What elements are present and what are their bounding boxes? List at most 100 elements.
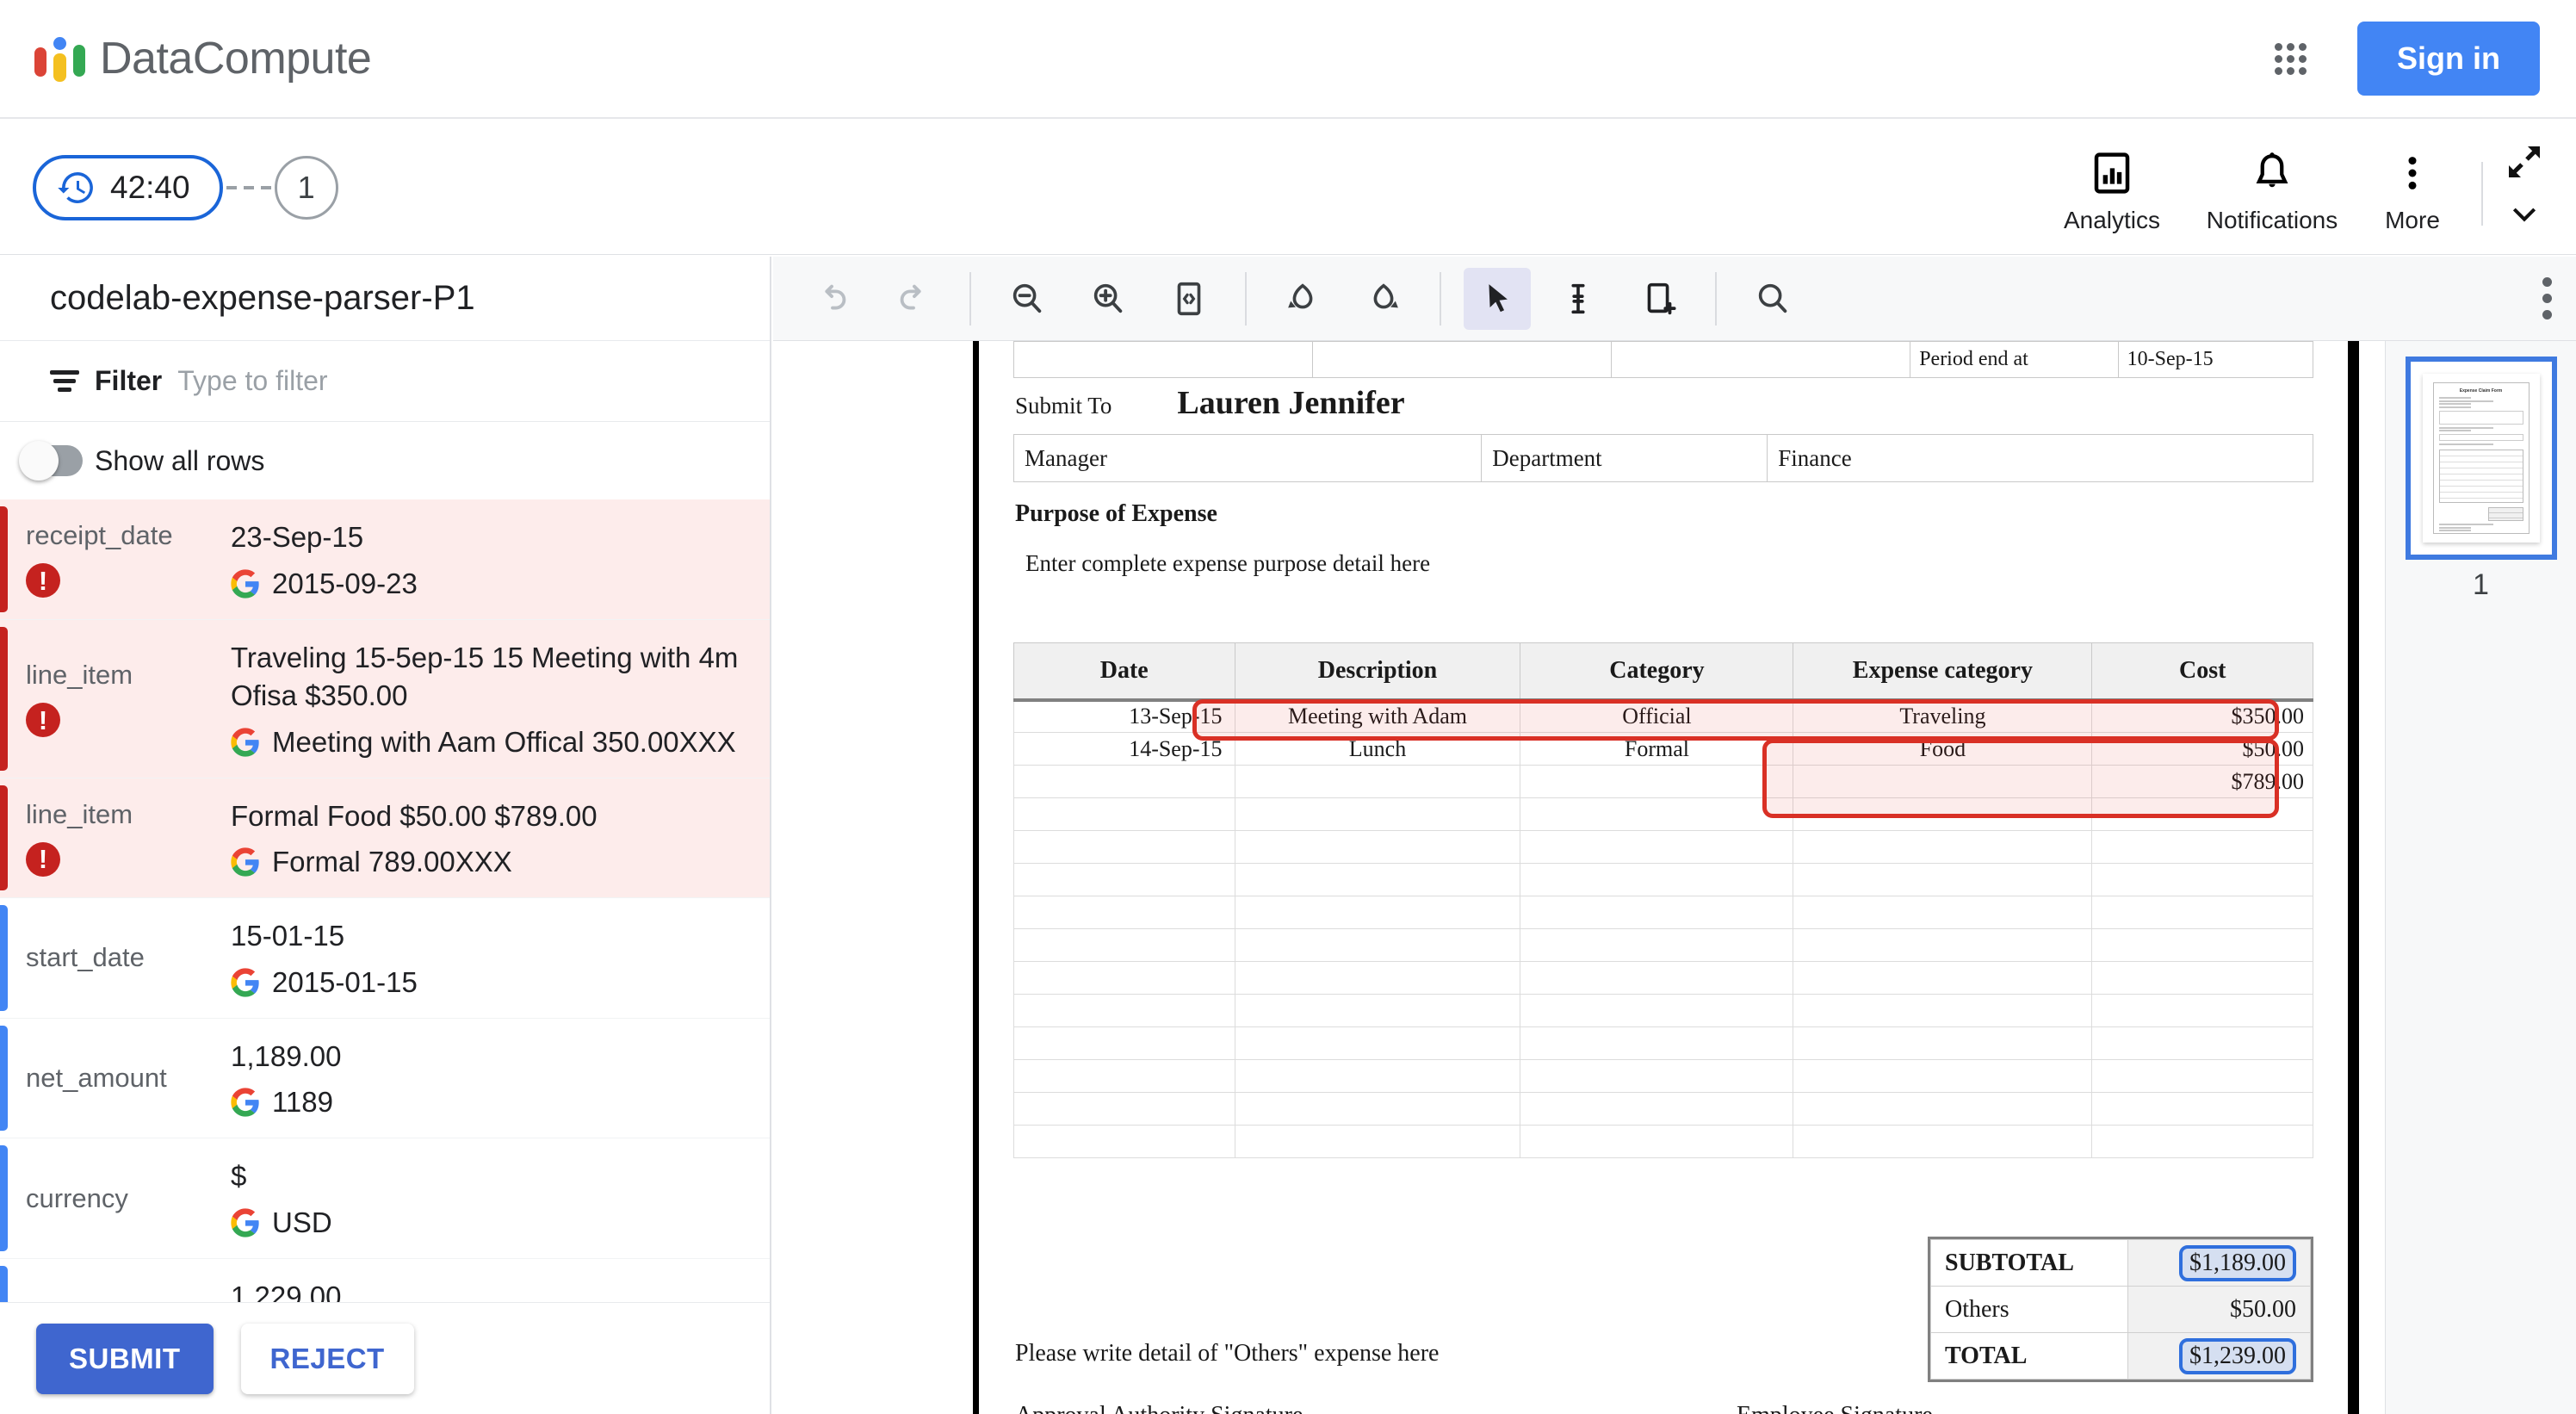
table-row[interactable]: start_date 15-01-15 2015-01-15 bbox=[0, 898, 770, 1019]
page-number-label: 1 bbox=[2473, 568, 2489, 601]
google-g-icon bbox=[231, 568, 259, 598]
col-cost: Cost bbox=[2091, 642, 2313, 702]
purpose-heading: Purpose of Expense bbox=[1015, 500, 1217, 527]
expand-arrows-icon[interactable] bbox=[2502, 141, 2547, 183]
more-label: More bbox=[2385, 206, 2440, 233]
extraction-panel: codelab-expense-parser-P1 Filter Show al… bbox=[0, 257, 771, 1414]
select-cursor-icon[interactable] bbox=[1464, 267, 1531, 330]
table-row[interactable]: line_item ! Traveling 15-5ep-15 15 Meeti… bbox=[0, 619, 770, 778]
expense-row: 14-Sep-15 Lunch Formal Food $50.00 bbox=[1013, 732, 2313, 766]
add-region-icon[interactable] bbox=[1625, 268, 1693, 330]
toolbar-divider bbox=[1715, 271, 1717, 326]
cell-category bbox=[1520, 765, 1794, 798]
expense-row-empty bbox=[1013, 1092, 2313, 1126]
cell-date: 14-Sep-15 bbox=[1013, 732, 1235, 766]
show-all-rows-switch[interactable] bbox=[19, 441, 83, 481]
field-value: Formal Food $50.00 $789.00 bbox=[231, 799, 598, 832]
field-suggestion: Formal 789.00XXX bbox=[231, 846, 598, 878]
expense-row-empty bbox=[1013, 928, 2313, 962]
field-key: start_date bbox=[26, 942, 145, 973]
table-row[interactable]: total_amount 1,229.00 1229 bbox=[0, 1259, 770, 1302]
search-icon[interactable] bbox=[1739, 268, 1806, 330]
submit-button[interactable]: SUBMIT bbox=[36, 1323, 214, 1394]
suggestion-text: 1189 bbox=[272, 1086, 333, 1119]
more-button[interactable]: More bbox=[2352, 150, 2473, 234]
totals-row: Others $50.00 bbox=[1929, 1286, 2311, 1333]
text-select-icon[interactable] bbox=[1545, 268, 1612, 330]
task-timer[interactable]: 42:40 bbox=[33, 154, 223, 220]
rotate-right-icon[interactable] bbox=[1350, 268, 1417, 330]
analytics-button[interactable]: Analytics bbox=[2032, 150, 2192, 234]
bell-icon bbox=[2256, 152, 2288, 187]
cell-category: Formal bbox=[1520, 732, 1794, 766]
reject-button[interactable]: REJECT bbox=[240, 1323, 414, 1394]
filter-input[interactable] bbox=[177, 365, 574, 397]
filter-icon bbox=[50, 370, 79, 392]
table-row[interactable]: receipt_date ! 23-Sep-15 2015-09-23 bbox=[0, 499, 770, 620]
toolbar-divider bbox=[2481, 161, 2483, 226]
row-status-accent bbox=[0, 1145, 8, 1251]
manager-label: Manager bbox=[1012, 434, 1483, 482]
expense-row: 13-Sep-15 Meeting with Adam Official Tra… bbox=[1013, 699, 2313, 733]
undo-icon[interactable] bbox=[799, 268, 866, 330]
col-expense-category: Expense category bbox=[1793, 642, 2093, 702]
zoom-in-icon[interactable] bbox=[1074, 268, 1142, 330]
fit-width-icon[interactable] bbox=[1155, 268, 1223, 330]
page-thumbnail-1[interactable]: Expense Claim Form bbox=[2405, 357, 2557, 560]
cell-expense-category: Food bbox=[1793, 732, 2093, 766]
redo-icon[interactable] bbox=[880, 268, 947, 330]
field-suggestion: USD bbox=[231, 1206, 332, 1239]
rotate-left-icon[interactable] bbox=[1269, 268, 1336, 330]
show-all-rows-toggle[interactable]: Show all rows bbox=[0, 422, 770, 499]
submit-to-label: Submit To bbox=[1015, 393, 1112, 419]
field-key: currency bbox=[26, 1182, 128, 1213]
cell-description bbox=[1234, 765, 1521, 798]
more-vert-icon bbox=[2408, 156, 2417, 189]
suggestion-text: Meeting with Aam Offical 350.00XXX bbox=[272, 725, 736, 758]
expense-table: Date Description Category Expense catego… bbox=[1013, 642, 2313, 1158]
subtotal-value: $1,189.00 bbox=[2127, 1239, 2311, 1287]
chevron-down-icon[interactable] bbox=[2502, 196, 2547, 231]
submit-to-value: Lauren Jennifer bbox=[1177, 385, 1405, 421]
show-all-rows-label: Show all rows bbox=[95, 444, 265, 476]
history-clock-icon bbox=[58, 171, 93, 203]
zoom-out-icon[interactable] bbox=[994, 268, 1061, 330]
period-end-label: Period end at bbox=[1910, 341, 2119, 378]
field-value: 15-01-15 bbox=[231, 920, 345, 952]
table-row[interactable]: net_amount 1,189.00 1189 bbox=[0, 1019, 770, 1139]
step-indicator[interactable]: 1 bbox=[274, 155, 338, 220]
document-overflow-menu[interactable] bbox=[2542, 277, 2552, 319]
table-row[interactable]: currency $ USD bbox=[0, 1138, 770, 1259]
page-thumbnail-panel: Expense Claim Form 1 bbox=[2385, 341, 2576, 1414]
notifications-button[interactable]: Notifications bbox=[2192, 150, 2352, 234]
total-label: TOTAL bbox=[1929, 1332, 2129, 1380]
department-label: Department bbox=[1481, 434, 1768, 482]
row-status-accent bbox=[0, 1025, 8, 1132]
field-value: 23-Sep-15 bbox=[231, 521, 364, 553]
field-key: line_item bbox=[26, 798, 133, 829]
field-value: $ bbox=[231, 1160, 247, 1193]
document-toolbar bbox=[773, 257, 2576, 341]
brand[interactable]: DataCompute bbox=[34, 33, 372, 84]
cell-cost: $50.00 bbox=[2091, 732, 2313, 766]
toolbar-divider bbox=[969, 271, 971, 326]
google-g-icon bbox=[231, 727, 259, 757]
sign-in-button[interactable]: Sign in bbox=[2357, 22, 2540, 96]
employee-signature-label: Employee Signature bbox=[1737, 1402, 1933, 1414]
totals-row: SUBTOTAL $1,189.00 bbox=[1929, 1239, 2311, 1287]
field-suggestion: 1189 bbox=[231, 1086, 341, 1119]
apps-grid-icon[interactable] bbox=[2268, 36, 2313, 81]
error-icon: ! bbox=[26, 703, 60, 738]
expense-row: $789.00 bbox=[1013, 765, 2313, 798]
row-status-accent bbox=[0, 785, 8, 891]
purpose-text: Enter complete expense purpose detail he… bbox=[1025, 550, 1431, 576]
filter-label: Filter bbox=[95, 365, 163, 396]
table-row[interactable]: line_item ! Formal Food $50.00 $789.00 F… bbox=[0, 778, 770, 899]
field-suggestion: 2015-09-23 bbox=[231, 567, 418, 600]
task-bar: 42:40 1 Analytics Notifications More bbox=[0, 121, 2576, 255]
field-key: receipt_date bbox=[26, 520, 173, 551]
analytics-label: Analytics bbox=[2063, 206, 2161, 233]
cell-expense-category: Traveling bbox=[1793, 699, 2093, 733]
document-viewer[interactable]: Period end at 10-Sep-15 Submit To Lauren… bbox=[773, 341, 2385, 1414]
extraction-rows-list: receipt_date ! 23-Sep-15 2015-09-23 line… bbox=[0, 499, 770, 1302]
